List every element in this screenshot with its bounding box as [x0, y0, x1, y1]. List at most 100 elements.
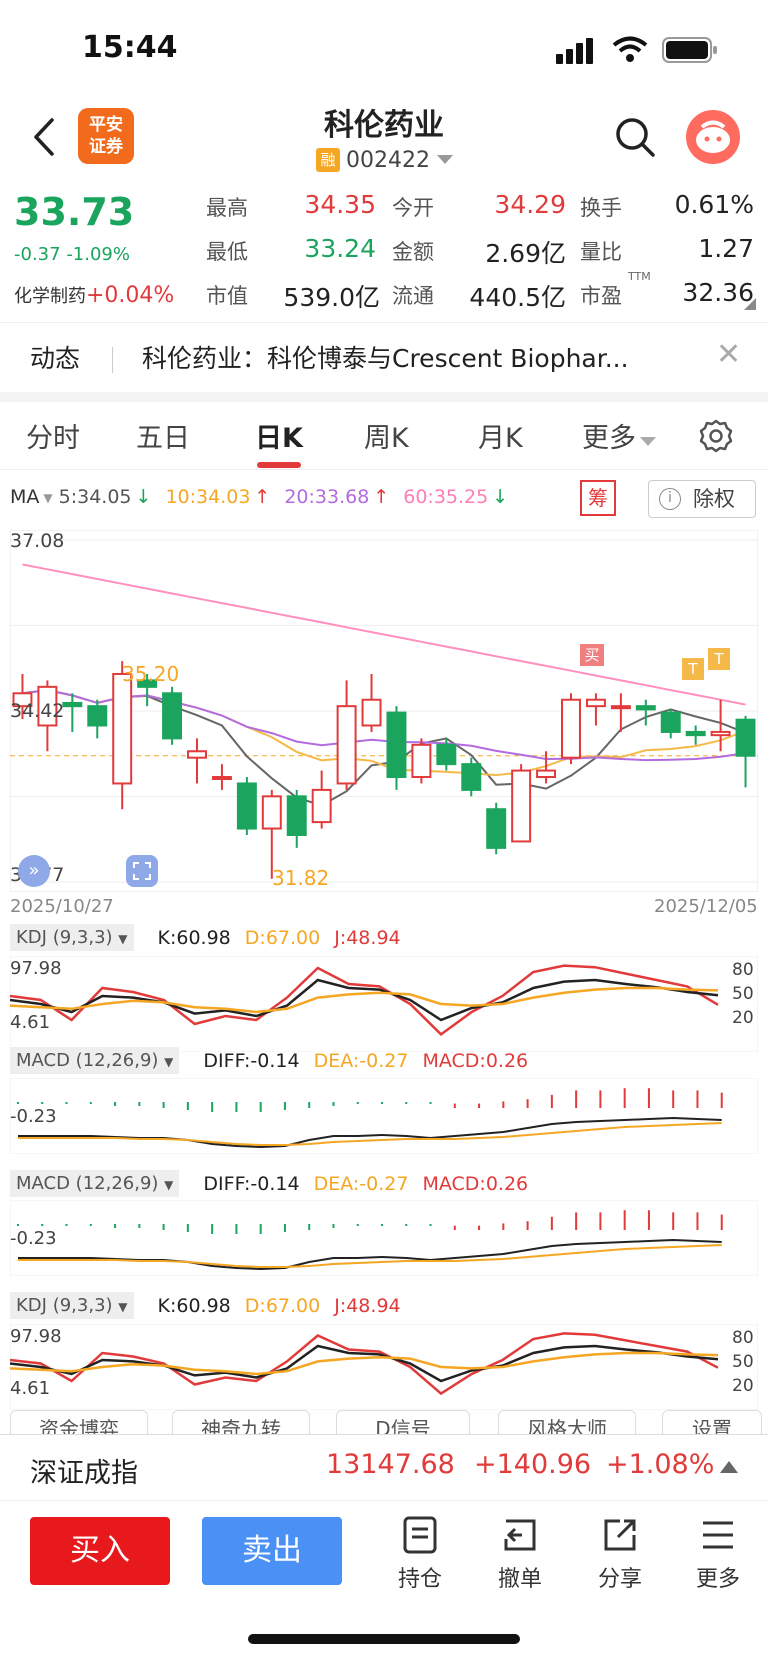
down-arrow-icon: ↓: [492, 486, 509, 508]
status-time: 15:44: [82, 30, 178, 65]
ex-rights-button[interactable]: i 除权: [648, 480, 756, 518]
index-value: 13147.68: [326, 1449, 455, 1480]
macd-diff-line: [18, 1116, 722, 1149]
candle-body: [112, 672, 133, 785]
tool-button[interactable]: D信号: [336, 1410, 470, 1434]
kdj-param-selector[interactable]: KDJ (9,3,3) ▼: [10, 1292, 134, 1319]
macd-header[interactable]: MACD (12,26,9) ▼ DIFF:-0.14 DEA:-0.27 MA…: [10, 1170, 528, 1197]
kdj-top-label: 97.98: [10, 958, 62, 979]
kdj-header[interactable]: KDJ (9,3,3) ▼ K:60.98 D:67.00 J:48.94: [10, 1292, 401, 1319]
chip-distribution-button[interactable]: 筹: [580, 480, 616, 516]
kdj-j: J:48.94: [334, 1294, 401, 1317]
ma60-value: 60:35.25: [403, 486, 489, 508]
candle-body: [162, 692, 183, 740]
panel-frame: [10, 1078, 758, 1154]
news-headline[interactable]: 科伦药业：科伦博泰与Crescent Biophar...: [142, 339, 682, 375]
candle-body: [361, 698, 382, 727]
dropdown-icon: ▼: [118, 1300, 128, 1314]
tool-button[interactable]: 资金博弈: [10, 1410, 148, 1434]
macd-header[interactable]: MACD (12,26,9) ▼ DIFF:-0.14 DEA:-0.27 MA…: [10, 1047, 528, 1074]
indicator-tool-row: 资金博弈 神奇九转 D信号 风格大师 设置: [0, 1410, 768, 1434]
corner-expand-icon[interactable]: [744, 298, 756, 310]
candle-body: [561, 698, 581, 759]
macd-label: MACD (12,26,9): [16, 1173, 159, 1194]
tool-button[interactable]: 风格大师: [498, 1410, 636, 1434]
dropdown-icon: ▼: [118, 932, 128, 946]
market-index-bar[interactable]: 深证成指 13147.68 +140.96 +1.08%: [0, 1434, 768, 1498]
chevron-up-icon[interactable]: [720, 1461, 738, 1473]
kdj-param-selector[interactable]: KDJ (9,3,3) ▼: [10, 924, 134, 951]
macd-chart[interactable]: [10, 1078, 758, 1154]
industry-change[interactable]: 化学制药+0.04%: [14, 282, 174, 308]
tab-five-day[interactable]: 五日: [136, 416, 190, 455]
ma-dropdown-icon: ▼: [43, 491, 53, 505]
panel-frame: [10, 956, 758, 1052]
news-bar[interactable]: 动态 科伦药业：科伦博泰与Crescent Biophar... ✕: [0, 322, 768, 392]
holdings-icon: [403, 1516, 437, 1554]
ma-legend[interactable]: MA ▼ 5:34.05 ↓ 10:34.03 ↑ 20:33.68 ↑ 60:35.…: [10, 486, 508, 508]
nav-holdings[interactable]: 持仓: [380, 1515, 460, 1593]
kdj-bottom-label: 4.61: [10, 1378, 51, 1399]
kdj-d-line: [10, 1351, 719, 1376]
industry-pct: +0.04%: [86, 283, 175, 308]
y-label-top: 37.08: [10, 530, 65, 552]
quote-label-open: 今开: [392, 196, 434, 220]
buy-signal-marker[interactable]: 买: [580, 644, 604, 666]
kdj-level-20: 20: [732, 1376, 754, 1396]
nav-more[interactable]: 更多: [678, 1515, 758, 1593]
macd-label: MACD (12,26,9): [16, 1050, 159, 1071]
sell-button[interactable]: 卖出: [202, 1517, 342, 1585]
macd-diff: DIFF:-0.14: [203, 1049, 300, 1072]
nav-cancel-order[interactable]: 撤单: [480, 1515, 560, 1593]
tab-weekly-k[interactable]: 周K: [364, 416, 409, 455]
news-tag: 动态: [30, 344, 81, 373]
macd-diff-line: [18, 1238, 722, 1271]
tab-intraday[interactable]: 分时: [26, 416, 80, 455]
macd-level-label: -0.23: [10, 1106, 57, 1127]
kdj-chart[interactable]: [10, 956, 758, 1052]
macd-param-selector[interactable]: MACD (12,26,9) ▼: [10, 1170, 180, 1197]
fullscreen-icon[interactable]: [126, 855, 158, 887]
home-indicator: [248, 1634, 520, 1644]
macd-dea: DEA:-0.27: [313, 1049, 409, 1072]
chevron-down-icon: [436, 155, 453, 164]
macd-param-selector[interactable]: MACD (12,26,9) ▼: [10, 1047, 180, 1074]
search-icon[interactable]: [614, 116, 656, 158]
scroll-left-icon[interactable]: »: [18, 855, 50, 887]
nav-share[interactable]: 分享: [580, 1515, 660, 1593]
price-change: -0.37 -1.09%: [14, 244, 130, 265]
kdj-header[interactable]: KDJ (9,3,3) ▼ K:60.98 D:67.00 J:48.94: [10, 924, 401, 951]
settings-button[interactable]: 设置: [662, 1410, 762, 1434]
kdj-label: KDJ (9,3,3): [16, 927, 113, 948]
tab-more[interactable]: 更多: [582, 416, 656, 455]
share-icon: [604, 1519, 636, 1551]
macd-level-label: -0.23: [10, 1228, 57, 1249]
t-signal-marker[interactable]: T: [708, 648, 730, 670]
t-signal-marker[interactable]: T: [682, 658, 704, 680]
kdj-chart[interactable]: [10, 1324, 758, 1410]
candle-body: [411, 743, 432, 779]
candlestick-chart[interactable]: [10, 530, 758, 892]
assistant-avatar[interactable]: [686, 110, 740, 164]
nav-more-label: 更多: [695, 1567, 740, 1592]
candle-body: [87, 705, 108, 727]
kdj-j: J:48.94: [334, 926, 401, 949]
tool-button[interactable]: 神奇九转: [172, 1410, 310, 1434]
candle-body: [62, 701, 83, 708]
stock-code-selector[interactable]: 融 002422: [316, 146, 454, 174]
quote-value-open: 34.29: [494, 190, 566, 219]
panel-frame: [10, 1324, 758, 1410]
gear-icon[interactable]: [698, 418, 734, 454]
macd-value: MACD:0.26: [422, 1172, 529, 1195]
macd-dea-line: [18, 1244, 722, 1268]
tab-monthly-k[interactable]: 月K: [478, 416, 523, 455]
index-change: +140.96: [474, 1449, 592, 1480]
tab-daily-k[interactable]: 日K: [255, 416, 303, 455]
kdj-k: K:60.98: [157, 1294, 231, 1317]
candle-body: [635, 705, 656, 711]
candle-body: [735, 718, 756, 757]
buy-button[interactable]: 买入: [30, 1517, 170, 1585]
change-value: -0.37: [14, 244, 61, 265]
macd-chart[interactable]: [10, 1200, 758, 1276]
close-icon[interactable]: ✕: [716, 337, 741, 372]
